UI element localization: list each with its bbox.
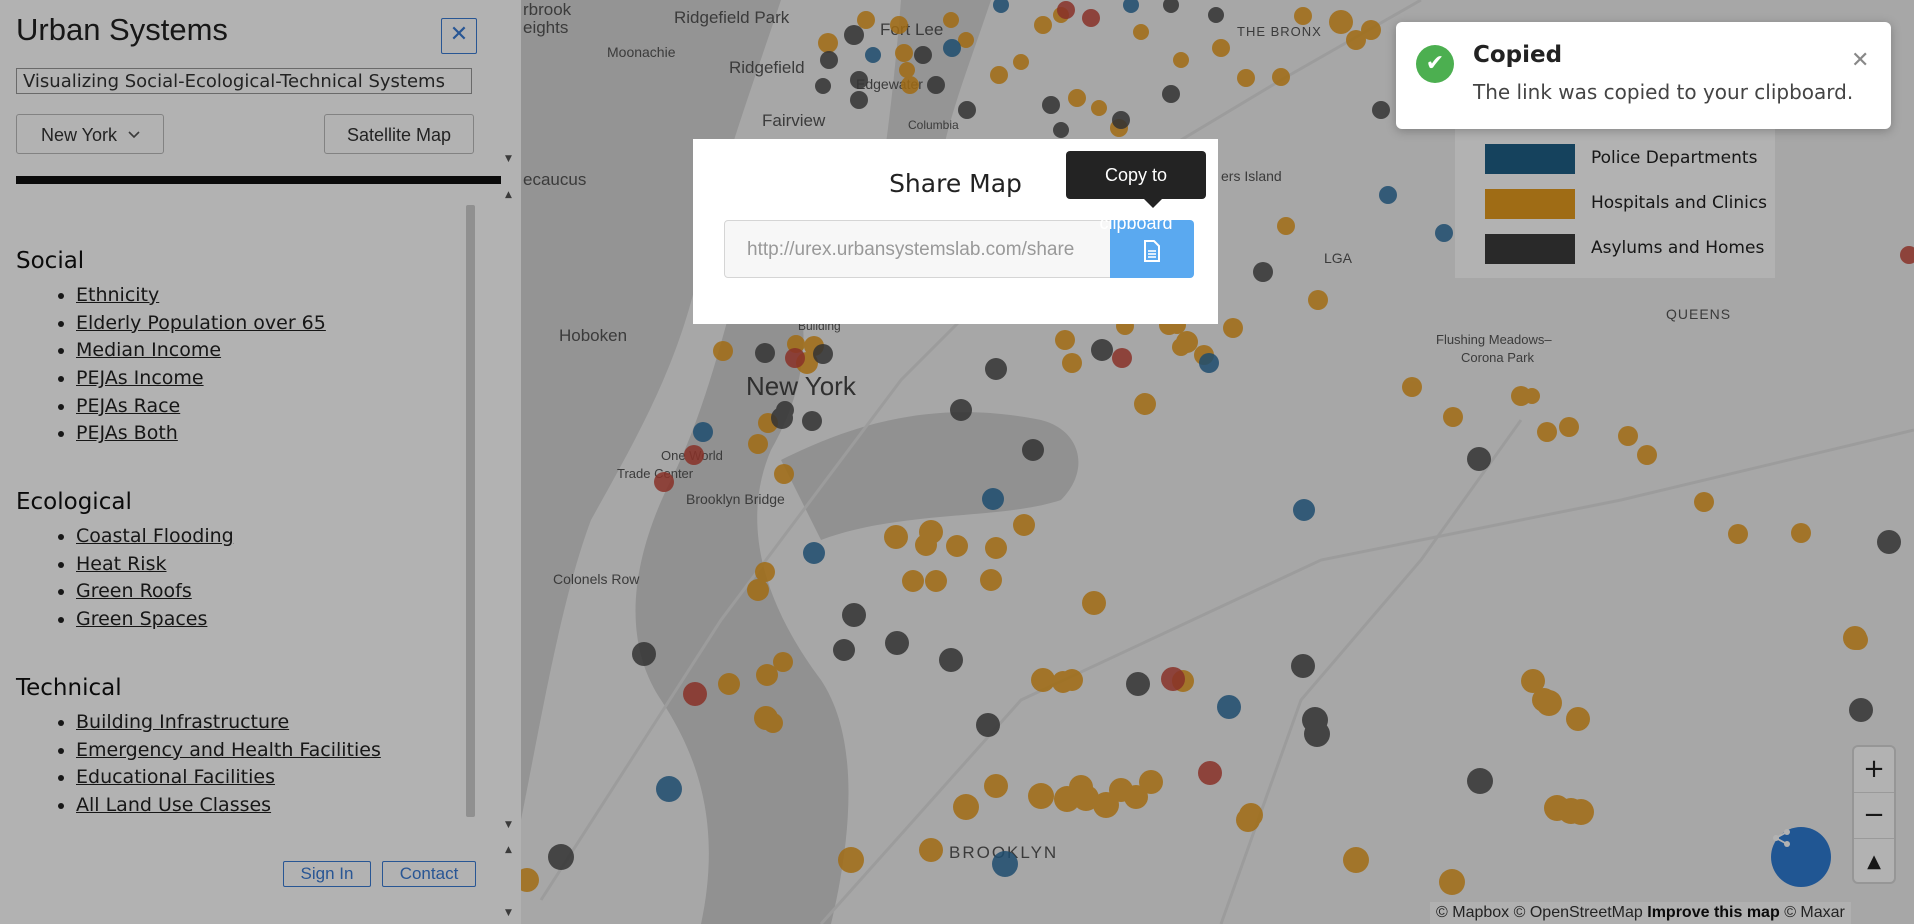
share-url-input[interactable]: http://urex.urbansystemslab.com/share — [724, 220, 1111, 278]
copied-toast: ✔ Copied The link was copied to your cli… — [1396, 22, 1891, 129]
copy-tooltip: Copy to clipboard — [1066, 151, 1206, 233]
toast-message: The link was copied to your clipboard. — [1473, 80, 1854, 104]
check-icon: ✔ — [1416, 45, 1454, 83]
tooltip-arrow — [1144, 199, 1162, 208]
close-icon[interactable]: ✕ — [1851, 48, 1869, 73]
toast-title: Copied — [1473, 42, 1563, 68]
